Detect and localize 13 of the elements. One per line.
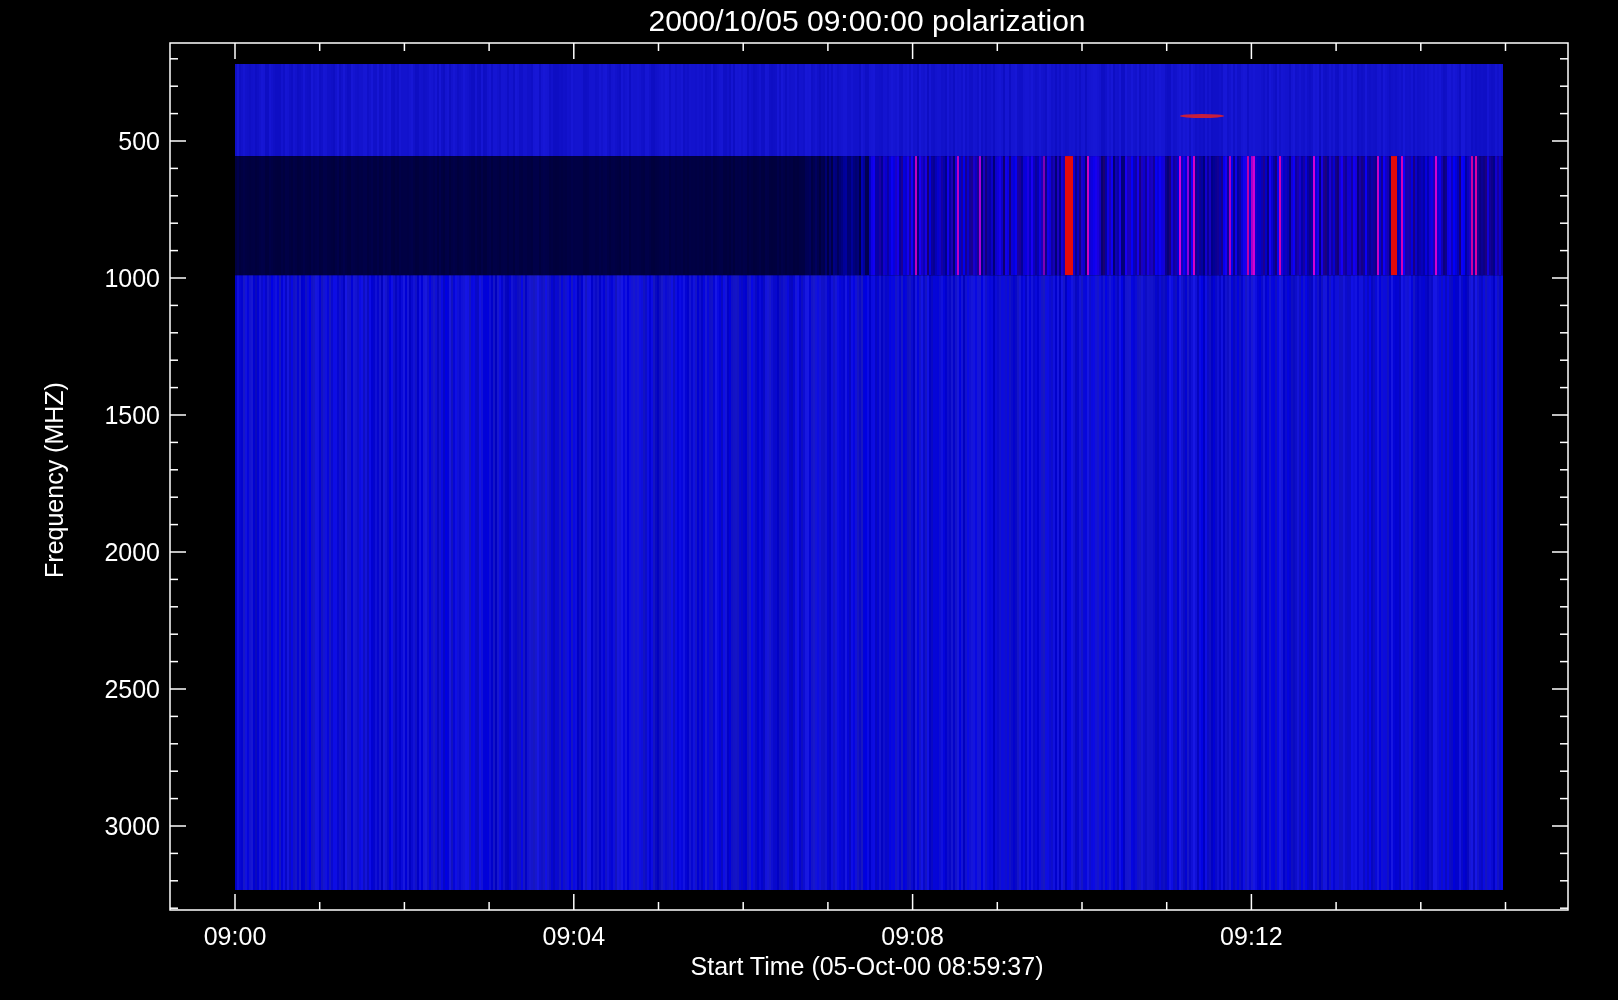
axis-tick-label: 09:00 [203, 922, 267, 950]
axis-tick-label: 2000 [104, 538, 160, 566]
axis-tick-label: 500 [118, 127, 160, 155]
y-axis-label: Frequency (MHZ) [40, 382, 68, 578]
plot-title: 2000/10/05 09:00:00 polarization [648, 4, 1086, 37]
axis-tick-label: 09:04 [542, 922, 606, 950]
axis-tick-label: 1500 [104, 401, 160, 429]
axis-tick-label: 1000 [104, 264, 160, 292]
axis-tick-label: 3000 [104, 812, 160, 840]
x-axis-label: Start Time (05-Oct-00 08:59:37) [690, 952, 1044, 980]
axis-tick-label: 09:08 [881, 922, 944, 950]
axis-tick-label: 09:12 [1220, 922, 1283, 950]
axis-tick-label: 2500 [104, 675, 160, 703]
